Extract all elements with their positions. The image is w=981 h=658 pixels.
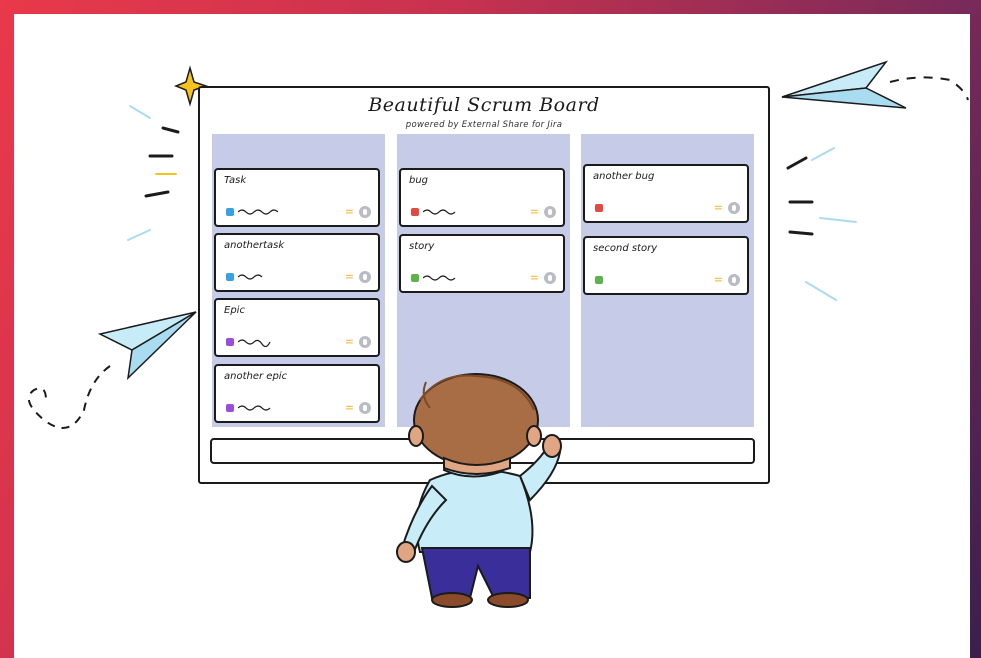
person-illustration	[396, 373, 562, 608]
